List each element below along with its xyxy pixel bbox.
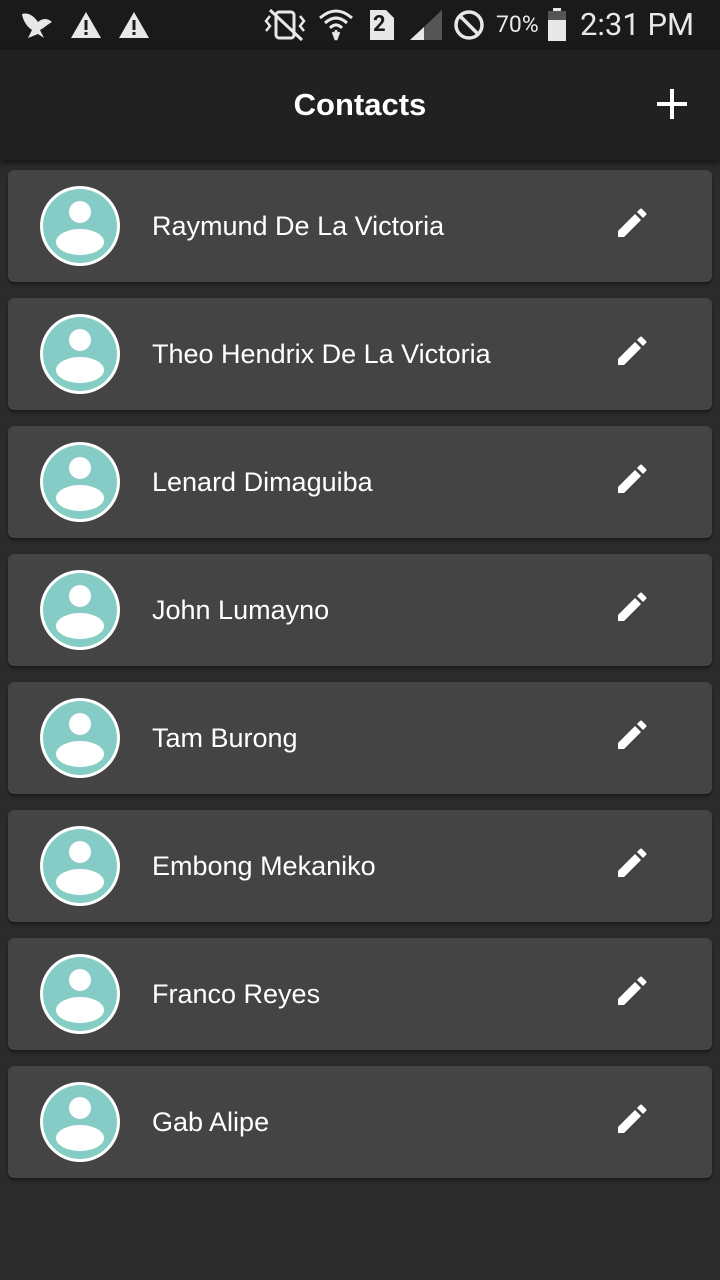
- edit-contact-button[interactable]: [608, 974, 654, 1014]
- contact-name: Lenard Dimaguiba: [152, 467, 373, 497]
- pencil-icon: [615, 848, 647, 884]
- contact-card[interactable]: Embong Mekaniko: [8, 810, 712, 922]
- contact-card[interactable]: Raymund De La Victoria: [8, 170, 712, 282]
- app-bar: Contacts: [0, 50, 720, 160]
- signal-icon: [408, 8, 444, 42]
- status-bar: 2 70% 2:31 PM: [0, 0, 720, 50]
- sim-slot-number: 2: [373, 12, 386, 37]
- edit-contact-button[interactable]: [608, 206, 654, 246]
- avatar: [40, 954, 120, 1034]
- avatar: [40, 1082, 120, 1162]
- contact-card[interactable]: John Lumayno: [8, 554, 712, 666]
- edit-contact-button[interactable]: [608, 590, 654, 630]
- no-disturb-icon: [452, 8, 486, 42]
- contact-name: Franco Reyes: [152, 979, 321, 1009]
- pencil-icon: [615, 464, 647, 500]
- bird-icon: [18, 8, 56, 42]
- contact-card[interactable]: Franco Reyes: [8, 938, 712, 1050]
- contact-name: Theo Hendrix De La Victoria: [152, 339, 491, 369]
- contact-name: Embong Mekaniko: [152, 851, 376, 881]
- avatar: [40, 826, 120, 906]
- plus-icon: [656, 88, 688, 124]
- avatar: [40, 314, 120, 394]
- avatar: [40, 698, 120, 778]
- edit-contact-button[interactable]: [608, 718, 654, 758]
- pencil-icon: [615, 976, 647, 1012]
- battery-icon: [546, 8, 568, 42]
- contact-name: Gab Alipe: [152, 1107, 270, 1137]
- clock: 2:31 PM: [580, 6, 695, 43]
- page-title: Contacts: [293, 87, 427, 122]
- edit-contact-button[interactable]: [608, 1102, 654, 1142]
- contact-card[interactable]: Theo Hendrix De La Victoria: [8, 298, 712, 410]
- avatar: [40, 570, 120, 650]
- contact-name: Tam Burong: [152, 723, 298, 753]
- edit-contact-button[interactable]: [608, 846, 654, 886]
- pencil-icon: [615, 720, 647, 756]
- avatar: [40, 442, 120, 522]
- contact-card[interactable]: Lenard Dimaguiba: [8, 426, 712, 538]
- battery-percent: 70%: [496, 11, 539, 38]
- avatar: [40, 186, 120, 266]
- vibrate-icon: [260, 8, 310, 42]
- pencil-icon: [615, 1104, 647, 1140]
- pencil-icon: [615, 336, 647, 372]
- contact-card[interactable]: Tam Burong: [8, 682, 712, 794]
- edit-contact-button[interactable]: [608, 334, 654, 374]
- wifi-icon: [318, 8, 354, 42]
- contact-list: Raymund De La Victoria Theo Hendrix De L…: [0, 170, 720, 1194]
- pencil-icon: [615, 208, 647, 244]
- add-contact-button[interactable]: [646, 80, 698, 132]
- contact-card[interactable]: Gab Alipe: [8, 1066, 712, 1178]
- edit-contact-button[interactable]: [608, 462, 654, 502]
- warning-icon: [118, 8, 150, 42]
- pencil-icon: [615, 592, 647, 628]
- contact-name: Raymund De La Victoria: [152, 211, 445, 241]
- warning-icon: [70, 8, 102, 42]
- contact-name: John Lumayno: [152, 595, 330, 625]
